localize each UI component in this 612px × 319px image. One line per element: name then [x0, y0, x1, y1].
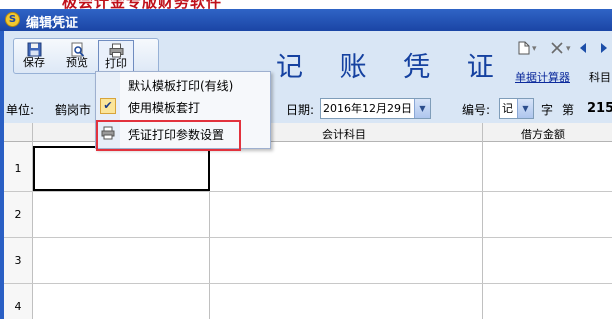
save-label: 保存 — [23, 56, 45, 69]
row-number: 3 — [14, 254, 22, 267]
save-icon — [27, 42, 41, 57]
grid-divider — [4, 283, 612, 284]
number-label: 编号: — [462, 103, 491, 117]
grid-divider — [482, 123, 483, 319]
dropdown-arrow-icon[interactable]: ▾ — [566, 44, 571, 54]
menu-item-label: 使用模板套打 — [128, 101, 201, 115]
header-account-subject: 会计科目 — [322, 128, 366, 141]
prev-arrow-icon[interactable] — [578, 41, 588, 55]
preview-button[interactable]: 预览 — [59, 40, 95, 74]
chevron-down-icon[interactable]: ▼ — [414, 99, 430, 118]
voucher-type-value: 记 — [502, 102, 513, 115]
toolbar-button-group: 保存 预览 打印 — [13, 38, 159, 74]
grid-divider — [4, 237, 612, 238]
char-label: 字 — [541, 103, 554, 117]
window-titlebar: S 编辑凭证 — [0, 9, 612, 31]
date-value: 2016年12月29日 — [323, 102, 412, 115]
app-logo-icon: S — [5, 12, 20, 27]
print-button[interactable]: 打印 — [98, 40, 134, 74]
next-arrow-icon[interactable] — [599, 41, 609, 55]
unit-label: 单位: — [6, 103, 35, 117]
dropdown-arrow-icon[interactable]: ▾ — [532, 44, 537, 54]
menu-item-label: 默认模板打印(有线) — [128, 79, 234, 93]
voucher-number: 215 — [587, 101, 612, 116]
save-button[interactable]: 保存 — [16, 40, 52, 74]
chevron-down-icon[interactable]: ▼ — [517, 99, 533, 118]
row-number: 4 — [14, 300, 22, 313]
close-x-icon[interactable] — [550, 41, 564, 55]
highlight-box — [96, 120, 241, 151]
voucher-entry-grid: 会计科目 借方金额 1 2 3 4 — [4, 123, 612, 319]
preview-label: 预览 — [66, 56, 88, 69]
voucher-title: 记 账 凭 证 — [276, 52, 508, 83]
header-debit-amount: 借方金额 — [521, 128, 565, 141]
menu-item-use-template-overprint[interactable]: ✔ 使用模板套打 — [96, 95, 270, 117]
date-picker[interactable]: 2016年12月29日 ▼ — [320, 98, 431, 119]
screen: 极会计金专版财务软件 S 编辑凭证 保存 预览 打印 记 账 凭 证 ▾ ▾ 单… — [0, 0, 612, 319]
record-nav-tools: ▾ ▾ — [518, 40, 612, 60]
date-label: 日期: — [286, 103, 315, 117]
new-doc-icon[interactable] — [518, 41, 530, 55]
subject-label: 科目: — [589, 71, 612, 84]
seq-label: 第 — [562, 103, 575, 117]
print-icon — [109, 43, 123, 58]
row-number: 2 — [14, 208, 22, 221]
print-label: 打印 — [105, 57, 127, 70]
window-title: 编辑凭证 — [26, 16, 79, 31]
calculator-link[interactable]: 单据计算器 — [515, 69, 570, 85]
voucher-type-select[interactable]: 记 ▼ — [499, 98, 534, 119]
active-cell[interactable] — [33, 146, 210, 191]
row-number: 1 — [14, 162, 22, 175]
menu-item-default-template-print[interactable]: 默认模板打印(有线) — [96, 73, 270, 95]
preview-icon — [71, 42, 84, 57]
unit-value: 鹤岗市 — [55, 103, 92, 117]
checkmark-icon: ✔ — [100, 98, 116, 114]
grid-divider — [4, 191, 612, 192]
